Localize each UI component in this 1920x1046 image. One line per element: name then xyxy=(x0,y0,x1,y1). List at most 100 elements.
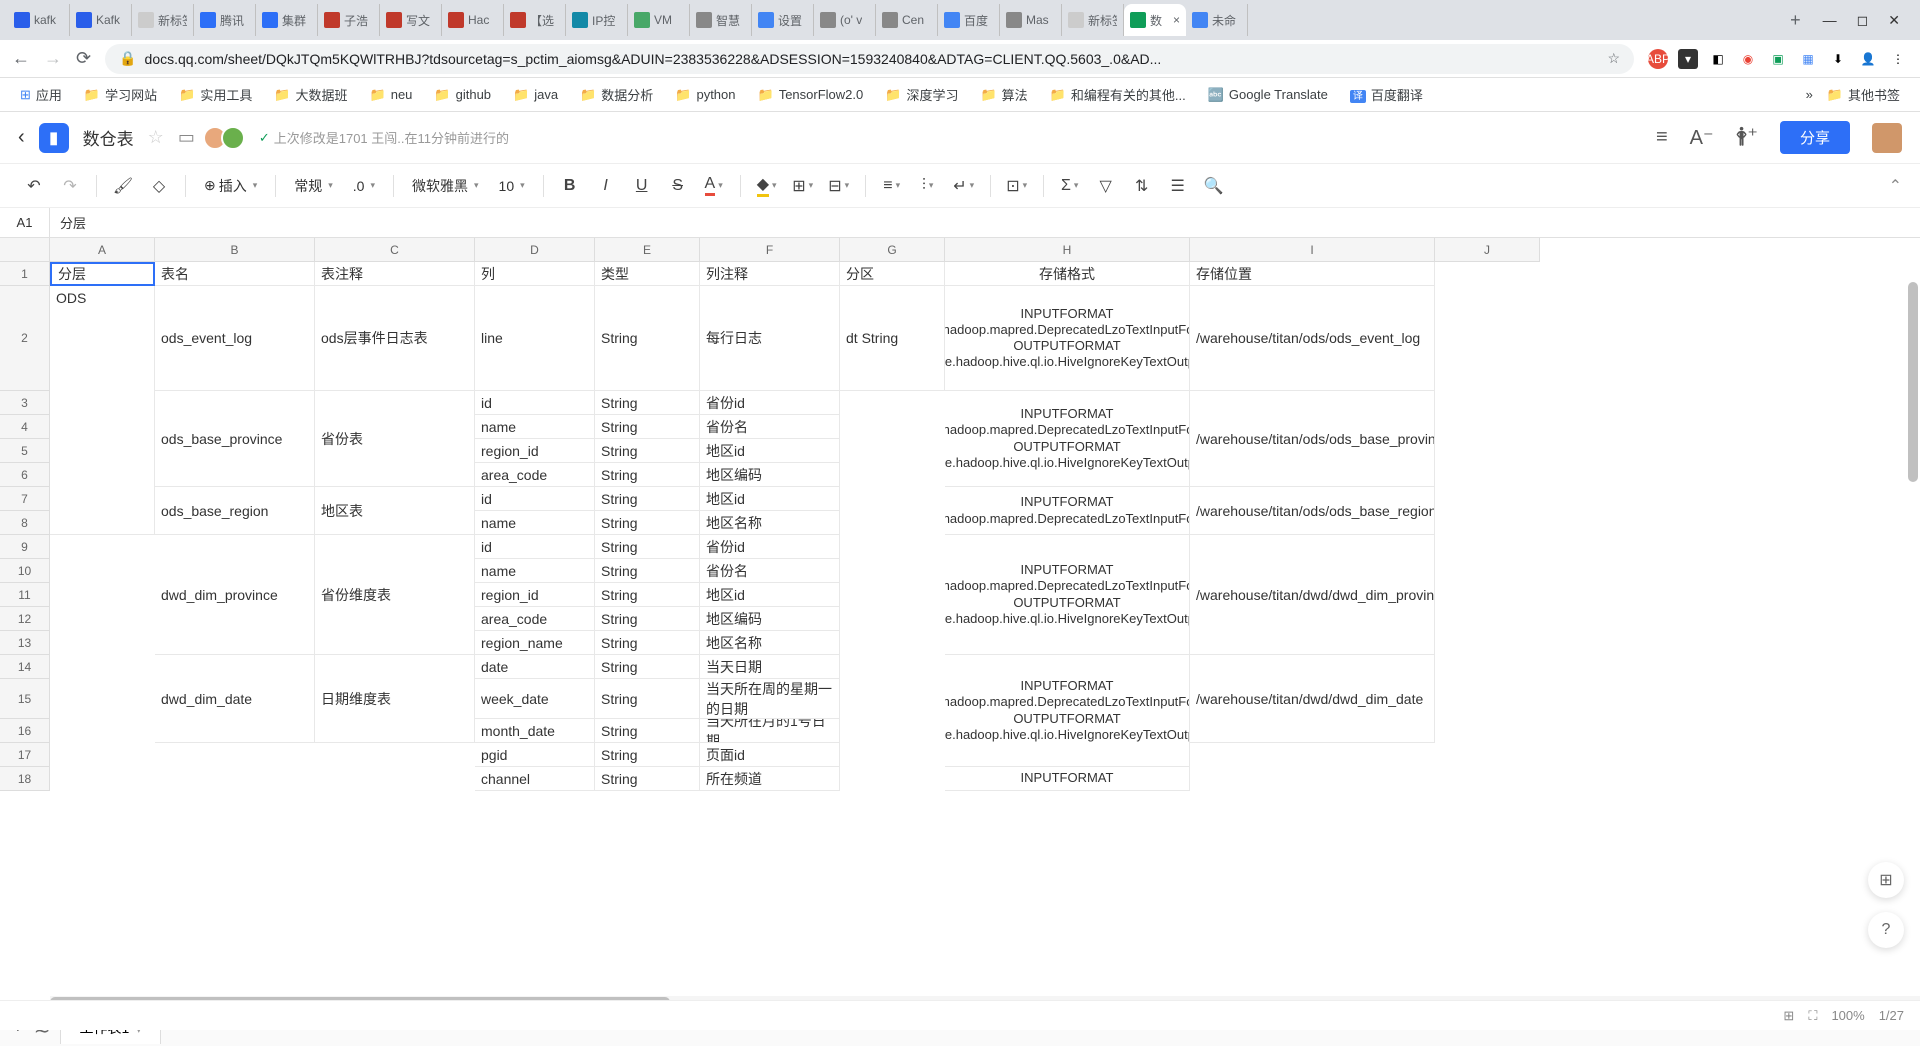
browser-tab[interactable]: Kafk xyxy=(70,4,132,36)
cell[interactable]: /warehouse/titan/ods/ods_event_log xyxy=(1190,286,1435,391)
cell[interactable]: ods层事件日志表 xyxy=(315,286,475,391)
column-header[interactable]: B xyxy=(155,238,315,261)
browser-tab[interactable]: Hac xyxy=(442,4,504,36)
user-avatar[interactable] xyxy=(1872,123,1902,153)
bookmarks-overflow[interactable]: » xyxy=(1806,87,1813,102)
row-header[interactable]: 18 xyxy=(0,767,49,791)
column-header[interactable]: H xyxy=(945,238,1190,261)
cell[interactable]: 存储位置 xyxy=(1190,262,1435,286)
ext-icon-4[interactable]: ◉ xyxy=(1738,49,1758,69)
other-bookmarks[interactable]: 📁 其他书签 xyxy=(1819,81,1908,108)
cell[interactable]: area_code xyxy=(475,463,595,487)
cell[interactable]: String xyxy=(595,559,700,583)
italic-button[interactable]: I xyxy=(590,171,622,201)
cell[interactable]: region_name xyxy=(475,631,595,655)
window-maximize[interactable]: ◻ xyxy=(1857,12,1869,29)
column-header[interactable]: F xyxy=(700,238,840,261)
cell[interactable]: /warehouse/titan/dwd/dwd_dim_province xyxy=(1190,535,1435,655)
cell[interactable]: /warehouse/titan/ods/ods_base_province xyxy=(1190,391,1435,487)
find[interactable]: 🔍 xyxy=(1198,171,1230,201)
sort[interactable]: ⇅ xyxy=(1126,171,1158,201)
browser-tab[interactable]: 新标签页 xyxy=(132,4,194,36)
bookmark-item[interactable]: 📁学习网站 xyxy=(76,81,165,108)
cell[interactable]: id xyxy=(475,535,595,559)
cell[interactable]: dwd_dim_date xyxy=(155,655,315,743)
cell[interactable]: INPUTFORMAT 'com.hadoop.mapred.Deprecate… xyxy=(945,487,1190,535)
browser-tab[interactable]: IP控 xyxy=(566,4,628,36)
column-header[interactable]: J xyxy=(1435,238,1540,261)
cell[interactable]: channel xyxy=(475,767,595,791)
new-tab-button[interactable]: + xyxy=(1780,10,1811,31)
cell[interactable]: 地区表 xyxy=(315,487,475,535)
browser-tab[interactable]: 【选 xyxy=(504,4,566,36)
cell[interactable]: String xyxy=(595,631,700,655)
column-header[interactable]: D xyxy=(475,238,595,261)
cell[interactable]: 地区名称 xyxy=(700,631,840,655)
undo-button[interactable]: ↶ xyxy=(18,171,50,201)
cell[interactable]: String xyxy=(595,607,700,631)
bookmark-item[interactable]: 📁大数据班 xyxy=(266,81,355,108)
bookmark-item[interactable]: 📁neu xyxy=(362,81,421,108)
ext-icon-7[interactable]: ⬇ xyxy=(1828,49,1848,69)
cell[interactable]: week_date xyxy=(475,679,595,719)
row-header[interactable]: 4 xyxy=(0,415,49,439)
cell[interactable]: id xyxy=(475,487,595,511)
bookmark-item[interactable]: 📁深度学习 xyxy=(877,81,966,108)
cell[interactable]: 列注释 xyxy=(700,262,840,286)
cell[interactable]: name xyxy=(475,415,595,439)
underline-button[interactable]: U xyxy=(626,171,658,201)
browser-tab[interactable]: (o' v xyxy=(814,4,876,36)
cell[interactable]: id xyxy=(475,391,595,415)
nav-back[interactable]: ← xyxy=(12,48,30,69)
nav-forward[interactable]: → xyxy=(44,48,62,69)
row-header[interactable]: 12 xyxy=(0,607,49,631)
cell[interactable]: String xyxy=(595,767,700,791)
cell[interactable]: area_code xyxy=(475,607,595,631)
cell[interactable]: ods_event_log xyxy=(155,286,315,391)
cell[interactable]: String xyxy=(595,719,700,743)
cell[interactable]: /warehouse/titan/ods/ods_base_region xyxy=(1190,487,1435,535)
v-align[interactable]: ⫶ xyxy=(912,171,944,201)
cell[interactable]: 地区名称 xyxy=(700,511,840,535)
cell[interactable]: 当天日期 xyxy=(700,655,840,679)
cell-value[interactable]: 分层 xyxy=(50,213,96,232)
browser-tab[interactable]: 百度 xyxy=(938,4,1000,36)
move-folder-icon[interactable]: ▭ xyxy=(178,127,195,148)
column-header[interactable]: C xyxy=(315,238,475,261)
cell[interactable]: String xyxy=(595,511,700,535)
column-header[interactable]: G xyxy=(840,238,945,261)
favorite-star[interactable]: ☆ xyxy=(148,127,164,148)
clear-format[interactable]: ◇ xyxy=(143,171,175,201)
cell[interactable]: 省份名 xyxy=(700,559,840,583)
cell[interactable]: 日期维度表 xyxy=(315,655,475,743)
cell[interactable]: month_date xyxy=(475,719,595,743)
cell[interactable]: 页面id xyxy=(700,743,840,767)
select-all-corner[interactable] xyxy=(0,238,50,262)
nav-reload[interactable]: ⟳ xyxy=(76,48,91,69)
ext-abp[interactable]: ABP xyxy=(1648,49,1668,69)
borders[interactable]: ⊞ xyxy=(787,171,819,201)
cell[interactable]: region_id xyxy=(475,583,595,607)
font-family[interactable]: 微软雅黑 xyxy=(404,176,487,196)
ext-icon-2[interactable]: ▾ xyxy=(1678,49,1698,69)
browser-tab[interactable]: 数× xyxy=(1124,4,1186,36)
url-input[interactable]: 🔒 docs.qq.com/sheet/DQkJTQm5KQWlTRHBJ?td… xyxy=(105,44,1634,74)
row-header[interactable]: 11 xyxy=(0,583,49,607)
cell[interactable]: 地区编码 xyxy=(700,463,840,487)
cell[interactable]: String xyxy=(595,439,700,463)
row-header[interactable]: 15 xyxy=(0,679,49,719)
cell[interactable]: pgid xyxy=(475,743,595,767)
text-color[interactable]: A xyxy=(698,171,730,201)
app-logo[interactable]: ▮ xyxy=(39,123,69,153)
cell[interactable]: String xyxy=(595,463,700,487)
row-header[interactable]: 1 xyxy=(0,262,49,286)
cell[interactable]: String xyxy=(595,655,700,679)
row-header[interactable]: 5 xyxy=(0,439,49,463)
cell[interactable]: dwd_dim_province xyxy=(155,535,315,655)
cell[interactable]: 每行日志 xyxy=(700,286,840,391)
cell[interactable]: 地区id xyxy=(700,439,840,463)
decimal-format[interactable]: .0 xyxy=(345,178,383,194)
cell[interactable]: ods_base_province xyxy=(155,391,315,487)
back-arrow[interactable]: ‹ xyxy=(18,126,25,149)
browser-tab[interactable]: 腾讯 xyxy=(194,4,256,36)
